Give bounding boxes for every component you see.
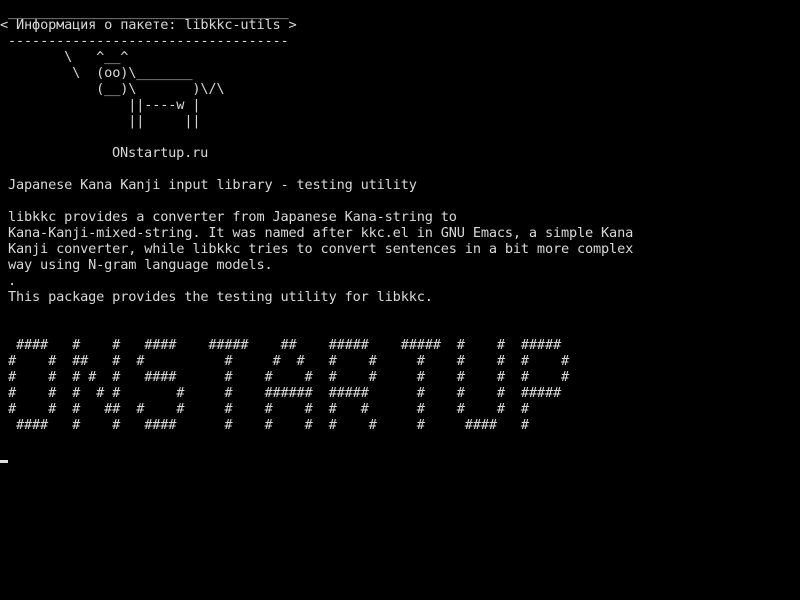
ascii-banner-line: #### # # #### # # # # # # #### # [8, 417, 529, 433]
description-line: way using N-gram language models. [8, 257, 273, 273]
terminal-cursor [0, 460, 8, 463]
description-line: libkkc provides a converter from Japanes… [8, 209, 457, 225]
description-line: Kana-Kanji-mixed-string. It was named af… [8, 225, 634, 241]
description-line: This package provides the testing utilit… [8, 289, 433, 305]
site-name: ONstartup.ru [112, 145, 209, 161]
cow-ascii-line: ||----w | [0, 97, 201, 113]
ascii-banner-line: # # # # # #### # # # # # # # # # # [8, 369, 569, 385]
cowsay-title: < Информация о пакете: libkkc-utils > [0, 17, 297, 33]
ascii-banner-line: # # # ## # # # # # # # # # # # [8, 401, 529, 417]
cow-ascii-line: \ (oo)\_______ [0, 65, 193, 81]
ascii-banner-line: # # ## # # # # # # # # # # # # [8, 353, 569, 369]
cow-ascii-line: (__)\ )\/\ [0, 81, 225, 97]
cow-ascii-line: || || [0, 113, 201, 129]
cowsay-bottom-border: ----------------------------------- [0, 33, 289, 49]
package-summary: Japanese Kana Kanji input library - test… [8, 177, 417, 193]
ascii-banner-line: # # # # # # # ###### ##### # # # ##### [8, 385, 561, 401]
cow-ascii-line: \ ^__^ [0, 49, 129, 65]
ascii-banner-line: #### # # #### ##### ## ##### ##### # # #… [8, 337, 561, 353]
description-line: Kanji converter, while libkkc tries to c… [8, 241, 634, 257]
terminal-screen: ___________________________________ < Ин… [0, 0, 800, 600]
description-line: . [8, 273, 17, 289]
